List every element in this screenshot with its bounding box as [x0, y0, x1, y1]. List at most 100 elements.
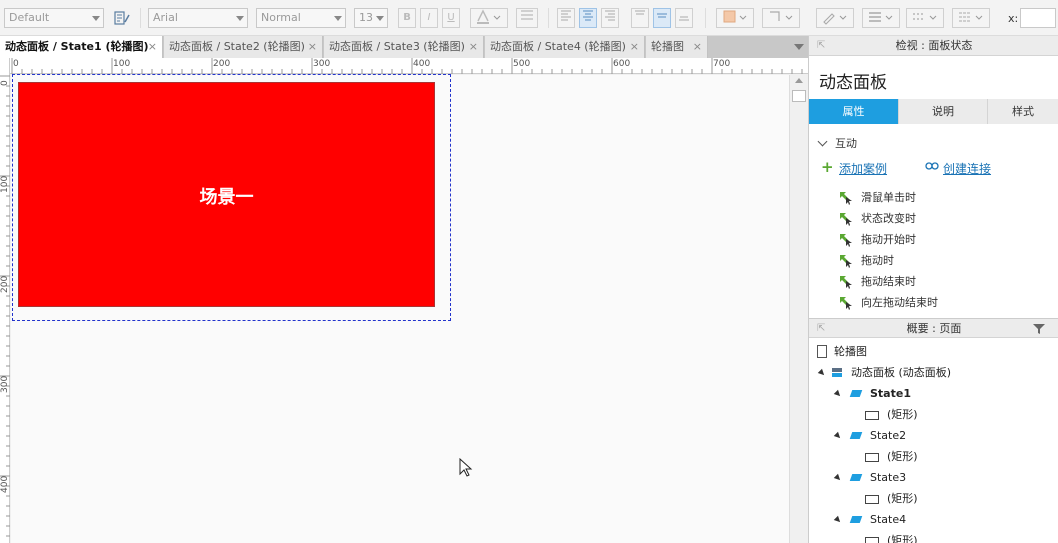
valign-top-button[interactable]: [631, 8, 649, 28]
close-icon[interactable]: ×: [630, 36, 639, 58]
tab-style[interactable]: 样式: [988, 99, 1058, 124]
scrollbar-thumb[interactable]: [792, 90, 806, 102]
ruler-label: 0: [13, 59, 19, 69]
tree-label: State3: [870, 471, 907, 484]
close-icon[interactable]: ×: [148, 36, 157, 58]
vertical-ruler: 0 100 200 300 400: [0, 58, 10, 543]
rectangle-icon: [865, 537, 879, 543]
italic-button[interactable]: I: [420, 8, 438, 28]
tree-item-rectangle[interactable]: (矩形): [865, 532, 1057, 543]
tab-state3[interactable]: 动态面板 / State3 (轮播图) ×: [324, 36, 484, 58]
font-size-select[interactable]: 13: [354, 8, 388, 28]
list-icon: [521, 10, 533, 20]
tab-carousel-page[interactable]: 轮播图 ×: [646, 36, 708, 58]
ruler-label: 0: [0, 80, 10, 86]
ruler-ticks: [0, 75, 10, 537]
tree-item-dynamic-panel[interactable]: 动态面板 (动态面板): [817, 364, 1057, 382]
tab-state1[interactable]: 动态面板 / State1 (轮播图) ×: [0, 36, 163, 58]
line-width-button[interactable]: [862, 8, 900, 28]
align-right-icon: [605, 10, 615, 21]
interaction-section-toggle[interactable]: 互动: [817, 135, 857, 151]
underline-button[interactable]: U: [442, 8, 460, 28]
x-coordinate-input[interactable]: [1020, 8, 1056, 28]
bold-button[interactable]: B: [398, 8, 416, 28]
format-painter-icon[interactable]: [113, 10, 131, 26]
align-center-button[interactable]: [579, 8, 597, 28]
align-left-button[interactable]: [557, 8, 575, 28]
valign-middle-button[interactable]: [653, 8, 671, 28]
rectangle-icon: [865, 411, 879, 420]
font-color-button[interactable]: [470, 8, 508, 28]
tree-item-state2[interactable]: State2: [833, 427, 1057, 445]
expand-triangle-icon[interactable]: [833, 473, 843, 483]
tree-item-page[interactable]: 轮播图: [817, 343, 1057, 361]
style-select-value: Default: [9, 11, 50, 24]
arrow-style-button[interactable]: [952, 8, 990, 28]
event-trigger-icon: [840, 213, 852, 226]
ruler-label: 100: [0, 175, 10, 193]
close-icon[interactable]: ×: [469, 36, 478, 58]
ruler-label: 600: [613, 59, 631, 69]
tab-menu-chevron-icon[interactable]: [794, 44, 804, 50]
close-icon[interactable]: ×: [693, 36, 702, 58]
font-family-select[interactable]: Arial: [148, 8, 248, 28]
tree-item-rectangle[interactable]: (矩形): [865, 406, 1057, 424]
line-style-button[interactable]: [906, 8, 944, 28]
tree-label: State1: [870, 387, 911, 400]
tree-item-state4[interactable]: State4: [833, 511, 1057, 529]
document-tabs: 动态面板 / State1 (轮播图) × 动态面板 / State2 (轮播图…: [0, 36, 808, 58]
collapse-arrow-icon[interactable]: ⇱: [817, 319, 825, 339]
right-panel: ⇱ 检视 : 面板状态 动态面板 属性 说明 样式 互动 + 添加案例 创建连接…: [808, 36, 1058, 543]
fill-color-button[interactable]: [716, 8, 754, 28]
tree-label: (矩形): [887, 492, 918, 505]
inspector-tabs: 属性 说明 样式: [809, 99, 1058, 124]
state-icon: [849, 432, 863, 439]
tab-notes[interactable]: 说明: [899, 99, 988, 124]
chevron-down-icon: [376, 16, 384, 21]
section-label: 互动: [835, 137, 857, 150]
valign-top-icon: [635, 10, 645, 15]
tab-state4[interactable]: 动态面板 / State4 (轮播图) ×: [485, 36, 645, 58]
line-width-icon: [869, 12, 893, 22]
shadow-button[interactable]: [762, 8, 800, 28]
event-label: 拖动结束时: [861, 275, 916, 288]
tab-label: 动态面板 / State3 (轮播图): [329, 40, 465, 53]
tree-item-rectangle[interactable]: (矩形): [865, 490, 1057, 508]
tab-state2[interactable]: 动态面板 / State2 (轮播图) ×: [164, 36, 323, 58]
ruler-label: 700: [713, 59, 731, 69]
ruler-label: 300: [0, 375, 10, 393]
style-select[interactable]: Default: [4, 8, 104, 28]
inspector-header: ⇱ 检视 : 面板状态: [809, 36, 1058, 56]
align-left-icon: [561, 10, 571, 21]
state-icon: [849, 516, 863, 523]
font-weight-select[interactable]: Normal: [256, 8, 346, 28]
slide-rectangle[interactable]: 场景一: [18, 82, 435, 307]
line-color-button[interactable]: [816, 8, 854, 28]
create-link-link[interactable]: 创建连接: [943, 160, 991, 177]
shadow-icon: [770, 11, 793, 21]
tab-properties[interactable]: 属性: [809, 99, 899, 124]
add-case-link[interactable]: 添加案例: [839, 160, 887, 177]
filter-icon[interactable]: [1033, 324, 1045, 334]
tree-label: 动态面板 (动态面板): [851, 366, 952, 379]
expand-triangle-icon[interactable]: [833, 389, 843, 399]
rectangle-icon: [865, 495, 879, 504]
tree-label: (矩形): [887, 534, 918, 543]
pen-icon: [823, 13, 847, 25]
align-right-button[interactable]: [601, 8, 619, 28]
valign-bottom-button[interactable]: [675, 8, 693, 28]
tree-item-state1[interactable]: State1: [833, 385, 1057, 403]
scroll-up-icon[interactable]: [795, 78, 803, 83]
collapse-arrow-icon[interactable]: ⇱: [817, 36, 825, 56]
expand-triangle-icon[interactable]: [817, 368, 827, 378]
bullet-list-button[interactable]: [516, 8, 538, 28]
tree-item-state3[interactable]: State3: [833, 469, 1057, 487]
canvas-scrollbar[interactable]: [789, 75, 808, 543]
close-icon[interactable]: ×: [308, 36, 317, 58]
expand-triangle-icon[interactable]: [833, 515, 843, 525]
tree-item-rectangle[interactable]: (矩形): [865, 448, 1057, 466]
chevron-down-icon: [92, 16, 100, 21]
tree-label: 轮播图: [834, 345, 867, 358]
expand-triangle-icon[interactable]: [833, 431, 843, 441]
state-icon: [849, 390, 863, 397]
